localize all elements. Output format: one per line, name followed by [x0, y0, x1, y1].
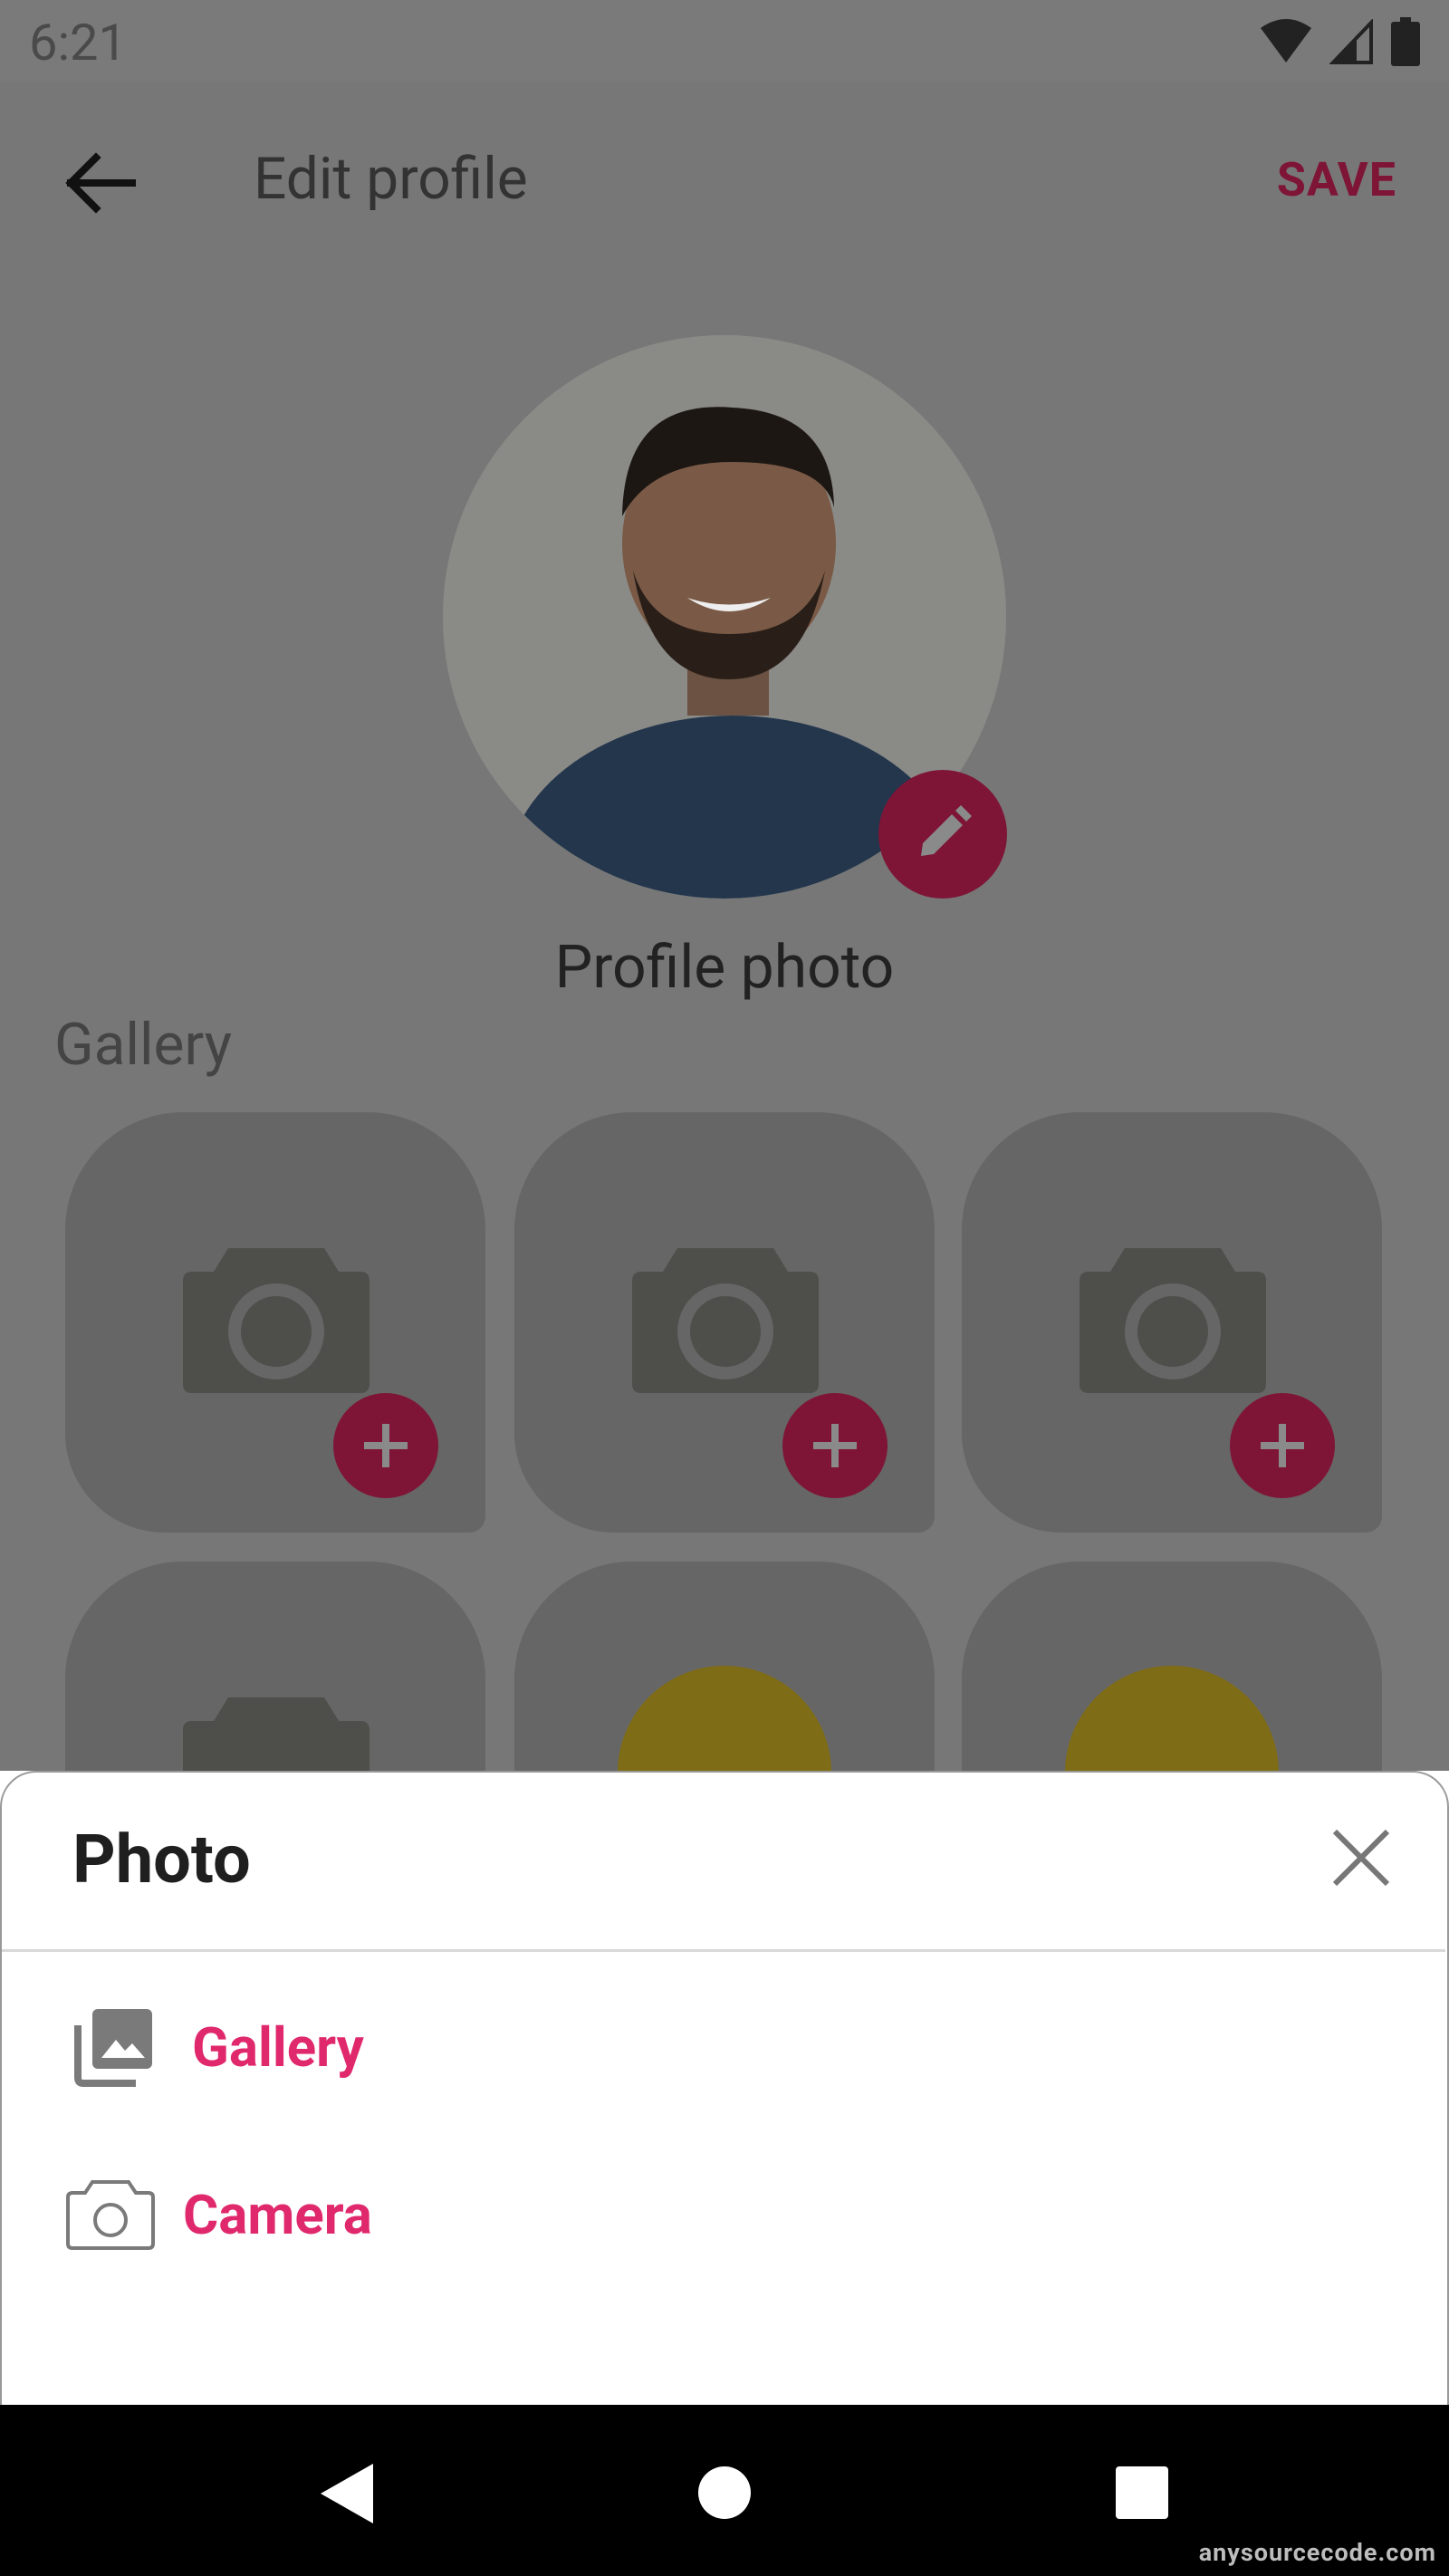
plus-icon	[364, 1424, 408, 1467]
signal-icon	[1329, 19, 1373, 64]
nav-home-icon[interactable]	[697, 2465, 752, 2520]
status-bar	[0, 0, 1449, 83]
sheet-option-label: Gallery	[192, 2014, 364, 2080]
camera-icon	[1080, 1248, 1266, 1393]
add-photo-button[interactable]	[333, 1393, 438, 1498]
nav-back-icon[interactable]	[317, 2462, 377, 2525]
plus-icon	[813, 1424, 857, 1467]
nav-recents-icon[interactable]	[1116, 2466, 1168, 2519]
camera-icon	[183, 1697, 369, 1771]
watermark: anysourcecode.com	[1198, 2538, 1436, 2567]
premium-crown-icon	[1065, 1666, 1279, 1771]
plus-icon	[1261, 1424, 1304, 1467]
add-photo-button[interactable]	[782, 1393, 888, 1498]
battery-icon	[1391, 17, 1420, 66]
gallery-slot[interactable]	[514, 1112, 935, 1533]
edit-photo-button[interactable]	[878, 770, 1007, 899]
status-icons	[1259, 16, 1420, 67]
sheet-option-gallery[interactable]: Gallery	[72, 2002, 364, 2092]
gallery-label: Gallery	[54, 1011, 232, 1079]
premium-slot[interactable]	[514, 1562, 935, 1771]
premium-slot[interactable]	[962, 1562, 1382, 1771]
profile-photo-label: Profile photo	[554, 933, 895, 1003]
back-arrow-icon[interactable]	[56, 147, 147, 219]
wifi-icon	[1261, 19, 1311, 62]
sheet-option-camera[interactable]: Camera	[65, 2169, 372, 2260]
save-button[interactable]: SAVE	[1277, 152, 1396, 207]
photo-library-icon	[74, 2009, 152, 2087]
camera-icon	[183, 1248, 369, 1393]
sheet-divider	[2, 1949, 1445, 1952]
gallery-slot[interactable]	[65, 1112, 485, 1533]
premium-crown-icon	[618, 1666, 831, 1771]
gallery-slot[interactable]	[962, 1112, 1382, 1533]
app-bar	[0, 83, 1449, 281]
camera-icon	[66, 2180, 155, 2250]
gallery-slot[interactable]	[65, 1562, 485, 1771]
sheet-option-label: Camera	[183, 2182, 372, 2247]
status-time: 6:21	[29, 13, 127, 72]
pencil-icon	[921, 805, 972, 856]
close-icon[interactable]	[1329, 1826, 1393, 1889]
camera-icon	[632, 1248, 819, 1393]
gallery-row-2	[0, 1560, 1449, 1771]
sheet-title: Photo	[72, 1821, 251, 1899]
page-title: Edit profile	[254, 145, 528, 213]
add-photo-button[interactable]	[1230, 1393, 1335, 1498]
